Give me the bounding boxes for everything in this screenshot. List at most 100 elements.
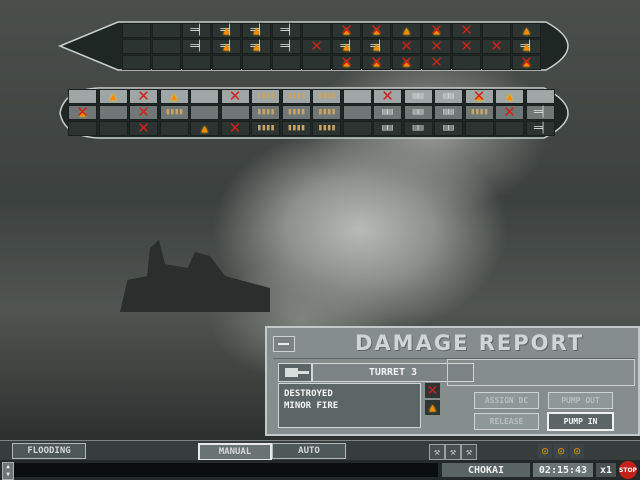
compartment-cell[interactable]: ✕ bbox=[482, 39, 511, 54]
compartment-cell[interactable]: ✕ bbox=[129, 105, 158, 120]
scroll-down-icon[interactable]: ▼ bbox=[3, 471, 13, 479]
lower-compartment-grid[interactable]: ▲ ✕ ▲ ✕ ▮▮▮▮ ▮▮▮▮ ▮▮▮▮ ✕ ▤▤ ▤▤ ▲ ✕ ▲ ▲ ✕ ✕ ▮▮▮▮ ▮▮▮▮ ▮▮▮▮ ▮… bbox=[68, 89, 555, 136]
compartment-cell[interactable]: ▮▮▮▮ bbox=[251, 89, 280, 104]
compartment-cell[interactable] bbox=[482, 55, 511, 70]
compartment-cell[interactable]: ▲ ✕ bbox=[332, 55, 361, 70]
compartment-cell[interactable]: ═╡ ▲ bbox=[242, 39, 271, 54]
compartment-cell[interactable] bbox=[98, 105, 128, 120]
compartment-cell[interactable]: ═╡ bbox=[525, 105, 555, 120]
compartment-cell[interactable] bbox=[302, 23, 331, 38]
compartment-cell[interactable]: ▮▮▮▮ bbox=[281, 89, 311, 104]
compartment-cell[interactable] bbox=[342, 89, 372, 104]
compartment-cell[interactable] bbox=[342, 105, 372, 120]
manual-button[interactable]: MANUAL bbox=[198, 443, 272, 461]
compartment-cell[interactable]: ✕ bbox=[129, 121, 158, 136]
compartment-cell[interactable]: ▤▤ bbox=[373, 105, 402, 120]
compartment-cell[interactable] bbox=[152, 55, 181, 70]
compartment-cell[interactable]: ▮▮▮▮ bbox=[312, 121, 341, 136]
compartment-cell[interactable]: ✕ bbox=[422, 39, 451, 54]
compartment-cell[interactable]: ▤▤ bbox=[403, 89, 433, 104]
compartment-cell[interactable] bbox=[98, 121, 128, 136]
compartment-cell[interactable]: ▲ ✕ bbox=[332, 23, 361, 38]
compartment-cell[interactable]: ✕ bbox=[129, 89, 158, 104]
compartment-cell[interactable]: ✕ bbox=[373, 89, 402, 104]
compartment-cell[interactable]: ▲ bbox=[159, 89, 189, 104]
compartment-cell[interactable]: ▲ bbox=[512, 23, 541, 38]
compartment-cell[interactable]: ▮▮▮▮ bbox=[312, 89, 341, 104]
compartment-cell[interactable] bbox=[220, 105, 250, 120]
compartment-cell[interactable]: ✕ bbox=[302, 39, 331, 54]
auto-button[interactable]: AUTO bbox=[272, 443, 346, 459]
compartment-cell[interactable]: ▲ ✕ bbox=[512, 55, 541, 70]
compartment-cell[interactable]: ═╡ ▲ bbox=[242, 23, 271, 38]
compartment-cell[interactable]: ✕ bbox=[422, 55, 451, 70]
compartment-cell[interactable]: ▲ ✕ bbox=[464, 89, 494, 104]
compartment-cell[interactable] bbox=[464, 121, 494, 136]
compartment-cell[interactable]: ▲ ✕ bbox=[392, 55, 421, 70]
compartment-cell[interactable]: ▮▮▮▮ bbox=[159, 105, 189, 120]
compartment-cell[interactable]: ▲ bbox=[190, 121, 219, 136]
compartment-cell[interactable]: ═╡ ▲ bbox=[362, 39, 391, 54]
compartment-cell[interactable] bbox=[482, 23, 511, 38]
wrench-icon[interactable]: ⚒ bbox=[445, 444, 461, 460]
compartment-cell[interactable] bbox=[68, 89, 97, 104]
compartment-cell[interactable]: ═╡ bbox=[525, 121, 555, 136]
compartment-cell[interactable]: ═╡ bbox=[182, 23, 211, 38]
pump-in-button[interactable]: PUMP IN bbox=[547, 412, 614, 431]
compartment-cell[interactable]: ▮▮▮▮ bbox=[312, 105, 341, 120]
compartment-cell[interactable]: ═╡ ▲ bbox=[332, 39, 361, 54]
compartment-cell[interactable] bbox=[342, 121, 372, 136]
compartment-cell[interactable]: ▤▤ bbox=[434, 121, 463, 136]
compartment-cell[interactable] bbox=[152, 23, 181, 38]
compartment-cell[interactable] bbox=[495, 121, 524, 136]
compartment-cell[interactable]: ═╡ ▲ bbox=[512, 39, 541, 54]
compartment-cell[interactable]: ✕ bbox=[495, 105, 524, 120]
compartment-cell[interactable]: ▤▤ bbox=[403, 105, 433, 120]
compartment-cell[interactable] bbox=[242, 55, 271, 70]
compartment-cell[interactable]: ═╡ ▲ bbox=[212, 23, 241, 38]
compartment-cell[interactable]: ✕ bbox=[220, 89, 250, 104]
ship-name[interactable]: CHOKAI bbox=[442, 463, 530, 477]
compartment-cell[interactable]: ✕ bbox=[392, 39, 421, 54]
compartment-cell[interactable] bbox=[190, 105, 219, 120]
compartment-cell[interactable]: ▮▮▮▮ bbox=[464, 105, 494, 120]
compartment-cell[interactable] bbox=[302, 55, 331, 70]
compartment-cell[interactable] bbox=[152, 39, 181, 54]
compartment-cell[interactable] bbox=[212, 55, 241, 70]
compartment-cell[interactable]: ▤▤ bbox=[434, 89, 463, 104]
wrench-icon[interactable]: ⚒ bbox=[429, 444, 445, 460]
scroll-up-icon[interactable]: ▲ bbox=[3, 463, 13, 471]
deck-compartment-grid[interactable]: ═╡ ═╡ ▲ ═╡ ▲ ═╡ ▲ ✕ ▲ ✕ ▲ ▲ ✕ ✕ ▲ ═╡ ═╡ ▲ ═╡ ▲ ═╡ ✕ ═╡ ▲ ═╡ ▲ ✕ ✕ ✕ ✕… bbox=[122, 23, 541, 70]
compartment-cell[interactable]: ▲ ✕ bbox=[68, 105, 97, 120]
compartment-cell[interactable]: ═╡ bbox=[272, 23, 301, 38]
wrench-icon[interactable]: ⚒ bbox=[461, 444, 477, 460]
compartment-cell[interactable]: ═╡ bbox=[272, 39, 301, 54]
compartment-cell[interactable]: ▲ bbox=[495, 89, 524, 104]
compartment-cell[interactable]: ▮▮▮▮ bbox=[251, 121, 280, 136]
compartment-cell[interactable] bbox=[68, 121, 97, 136]
compartment-cell[interactable]: ▤▤ bbox=[373, 121, 402, 136]
compartment-cell[interactable] bbox=[122, 39, 151, 54]
panel-minimize-button[interactable] bbox=[273, 336, 295, 352]
message-scroll[interactable]: ▲ ▼ bbox=[2, 462, 14, 480]
compartment-cell[interactable]: ▤▤ bbox=[403, 121, 433, 136]
compartment-cell[interactable]: ▲ bbox=[98, 89, 128, 104]
compartment-cell[interactable]: ▲ ✕ bbox=[362, 55, 391, 70]
time-compression[interactable]: x1 bbox=[596, 463, 616, 477]
gauge-icon[interactable]: ⊙ bbox=[554, 444, 568, 458]
gauge-icon[interactable]: ⊙ bbox=[570, 444, 584, 458]
assign-dc-button[interactable]: ASSIGN DC bbox=[474, 392, 539, 409]
compartment-cell[interactable]: ✕ bbox=[452, 39, 481, 54]
compartment-cell[interactable] bbox=[122, 55, 151, 70]
compartment-cell[interactable]: ▮▮▮▮ bbox=[281, 121, 311, 136]
compartment-cell[interactable] bbox=[190, 89, 219, 104]
stop-button[interactable]: STOP bbox=[619, 461, 637, 479]
pump-out-button[interactable]: PUMP OUT bbox=[548, 392, 613, 409]
compartment-cell[interactable] bbox=[272, 55, 301, 70]
compartment-cell[interactable]: ▲ ✕ bbox=[422, 23, 451, 38]
compartment-cell[interactable]: ✕ bbox=[452, 23, 481, 38]
compartment-cell[interactable] bbox=[159, 121, 189, 136]
compartment-cell[interactable]: ▤▤ bbox=[434, 105, 463, 120]
compartment-cell[interactable]: ═╡ ▲ bbox=[212, 39, 241, 54]
compartment-cell[interactable]: ═╡ bbox=[182, 39, 211, 54]
